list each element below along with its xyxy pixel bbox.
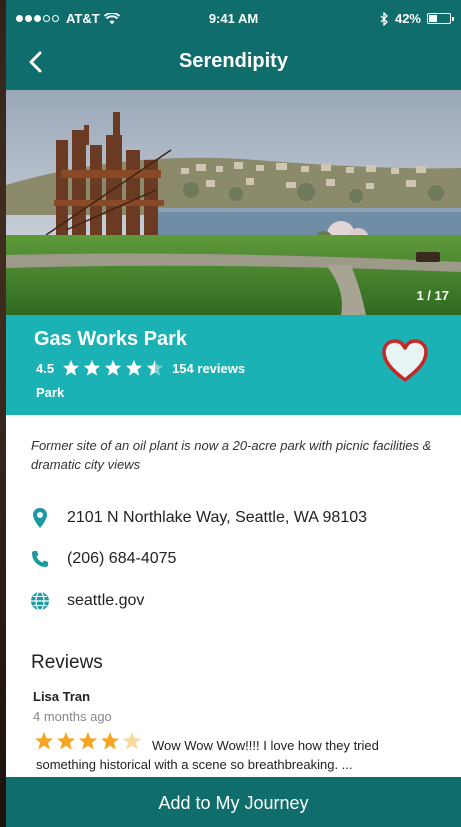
page-title: Serendipity (179, 50, 288, 72)
photo-counter: 1 / 17 (416, 288, 449, 303)
place-photo[interactable]: 1 / 17 (6, 90, 461, 315)
place-name: Gas Works Park (34, 328, 188, 350)
globe-icon (28, 589, 52, 613)
star-icon (146, 359, 164, 376)
heart-icon (382, 339, 428, 382)
phone-text: (206) 684-4075 (67, 550, 177, 567)
place-category: Park (36, 385, 65, 400)
rating-value: 4.5 (36, 360, 55, 376)
star-icon (125, 359, 143, 376)
phone-screen: AT&T 9:41 AM 42% Serendipity 1 / 17 Gas … (6, 0, 461, 827)
phone-row[interactable]: (206) 684-4075 (28, 547, 176, 571)
website-text: seattle.gov (67, 592, 145, 609)
battery-icon (427, 13, 454, 24)
battery-fill (429, 15, 437, 22)
status-right: 42% (380, 11, 454, 26)
website-row[interactable]: seattle.gov (28, 589, 144, 613)
star-icon (104, 359, 122, 376)
place-description: Former site of an oil plant is now a 20-… (31, 438, 432, 472)
bluetooth-icon (380, 11, 388, 26)
status-bar: AT&T 9:41 AM 42% (6, 0, 461, 36)
battery-percent: 42% (394, 11, 421, 26)
star-icon (62, 359, 80, 376)
review-date: 4 months ago (33, 709, 112, 724)
rating-row: 4.5 154 reviews (36, 359, 245, 377)
reviews-heading: Reviews (31, 652, 103, 673)
favorite-button[interactable] (380, 337, 430, 385)
address-row[interactable]: 2101 N Northlake Way, Seattle, WA 98103 (28, 506, 367, 530)
rating-stars (62, 359, 164, 377)
star-icon (83, 359, 101, 376)
review-text: Wow Wow Wow!!!! I love how they tried so… (36, 738, 379, 772)
location-pin-icon (28, 506, 52, 530)
address-text: 2101 N Northlake Way, Seattle, WA 98103 (67, 509, 368, 526)
add-to-journey-button[interactable]: Add to My Journey (6, 777, 461, 827)
phone-icon (28, 547, 52, 571)
nav-bar: Serendipity (6, 36, 461, 90)
review-author: Lisa Tran (33, 689, 91, 704)
place-header: Gas Works Park 4.5 154 reviews Park (6, 315, 461, 415)
reviews-count[interactable]: 154 reviews (172, 361, 245, 376)
park-photo-illustration (6, 90, 461, 315)
